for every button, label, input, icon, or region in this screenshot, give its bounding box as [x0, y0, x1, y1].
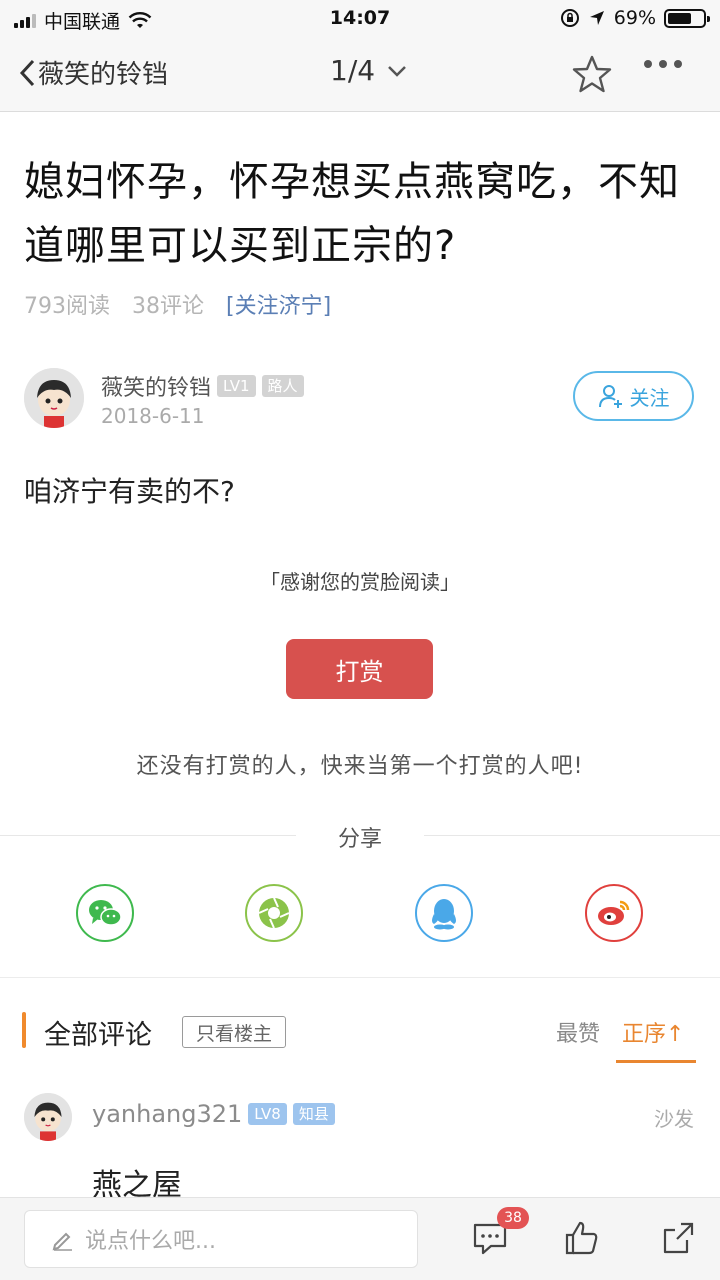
sort-best-tab[interactable]: 最赞 [556, 1016, 600, 1048]
share-icon[interactable] [661, 1220, 697, 1256]
follow-button[interactable]: 关注 [573, 371, 694, 421]
comment-header: yanhang321 LV8 知县 [92, 1100, 335, 1128]
comments-title: 全部评论 [44, 1020, 152, 1051]
reply-placeholder: 说点什么吧... [85, 1229, 216, 1254]
forum-tag-link[interactable]: [关注济宁] [226, 288, 331, 320]
comment-count-badge: 38 [497, 1207, 529, 1229]
battery-icon [664, 8, 710, 28]
author-info: 薇笑的铃铛 LV1 路人 [101, 370, 304, 402]
section-divider [0, 977, 720, 978]
only-host-button[interactable]: 只看楼主 [182, 1016, 286, 1048]
reward-button[interactable]: 打赏 [286, 639, 433, 699]
chevron-down-icon [388, 65, 406, 77]
avatar-cartoon [24, 1093, 72, 1141]
view-count: 793阅读 [24, 294, 110, 319]
qq-icon[interactable] [415, 884, 473, 942]
section-accent-bar [22, 1012, 26, 1048]
commenter-avatar[interactable] [24, 1093, 72, 1141]
status-bar: 中国联通 14:07 69% [0, 0, 720, 36]
thumbs-up-icon[interactable] [563, 1220, 599, 1256]
page-selector[interactable]: 1/4 [330, 54, 407, 87]
more-icon[interactable] [644, 60, 682, 68]
add-user-icon [598, 385, 622, 408]
level-badge: LV8 [248, 1103, 287, 1125]
star-icon[interactable] [572, 54, 612, 94]
reply-input[interactable]: 说点什么吧... [24, 1210, 418, 1268]
moments-icon[interactable] [245, 884, 303, 942]
status-right: 69% [560, 7, 710, 29]
back-label: 薇笑的铃铛 [38, 60, 169, 90]
follow-label: 关注 [629, 385, 670, 410]
page-indicator: 1/4 [330, 54, 376, 87]
post-meta: 793阅读 38评论 [关注济宁] [24, 288, 331, 320]
location-icon [589, 11, 604, 25]
lock-rotation-icon [560, 9, 579, 27]
back-button[interactable]: 薇笑的铃铛 [18, 54, 168, 91]
commenter-name[interactable]: yanhang321 [92, 1100, 242, 1128]
chevron-left-icon [19, 59, 35, 86]
battery-percent: 69% [613, 7, 656, 29]
weibo-icon[interactable] [585, 884, 643, 942]
author-avatar[interactable] [24, 368, 84, 428]
sort-asc-tab[interactable]: 正序↑ [622, 1016, 684, 1048]
post-title: 媳妇怀孕，怀孕想买点燕窝吃，不知道哪里可以买到正宗的? [24, 159, 680, 269]
post-content: 咱济宁有卖的不? [24, 475, 235, 508]
author-name[interactable]: 薇笑的铃铛 [101, 370, 211, 402]
rank-badge: 路人 [261, 375, 304, 397]
pencil-icon [52, 1232, 72, 1251]
share-label: 分享 [337, 827, 382, 852]
comment-count: 38评论 [132, 294, 204, 319]
avatar-cartoon [24, 368, 84, 428]
bottom-bar: 说点什么吧... 38 [0, 1197, 720, 1280]
post-date: 2018-6-11 [101, 404, 205, 428]
reward-empty-text: 还没有打赏的人，快来当第一个打赏的人吧! [136, 754, 584, 779]
comment-floor-label: 沙发 [654, 1107, 694, 1131]
nav-bar: 薇笑的铃铛 1/4 [0, 36, 720, 112]
reward-thanks-text: 「感谢您的赏脸阅读」 [260, 570, 460, 594]
rank-badge: 知县 [292, 1103, 335, 1125]
level-badge: LV1 [217, 375, 256, 397]
active-tab-underline [616, 1060, 696, 1063]
wechat-icon[interactable] [76, 884, 134, 942]
